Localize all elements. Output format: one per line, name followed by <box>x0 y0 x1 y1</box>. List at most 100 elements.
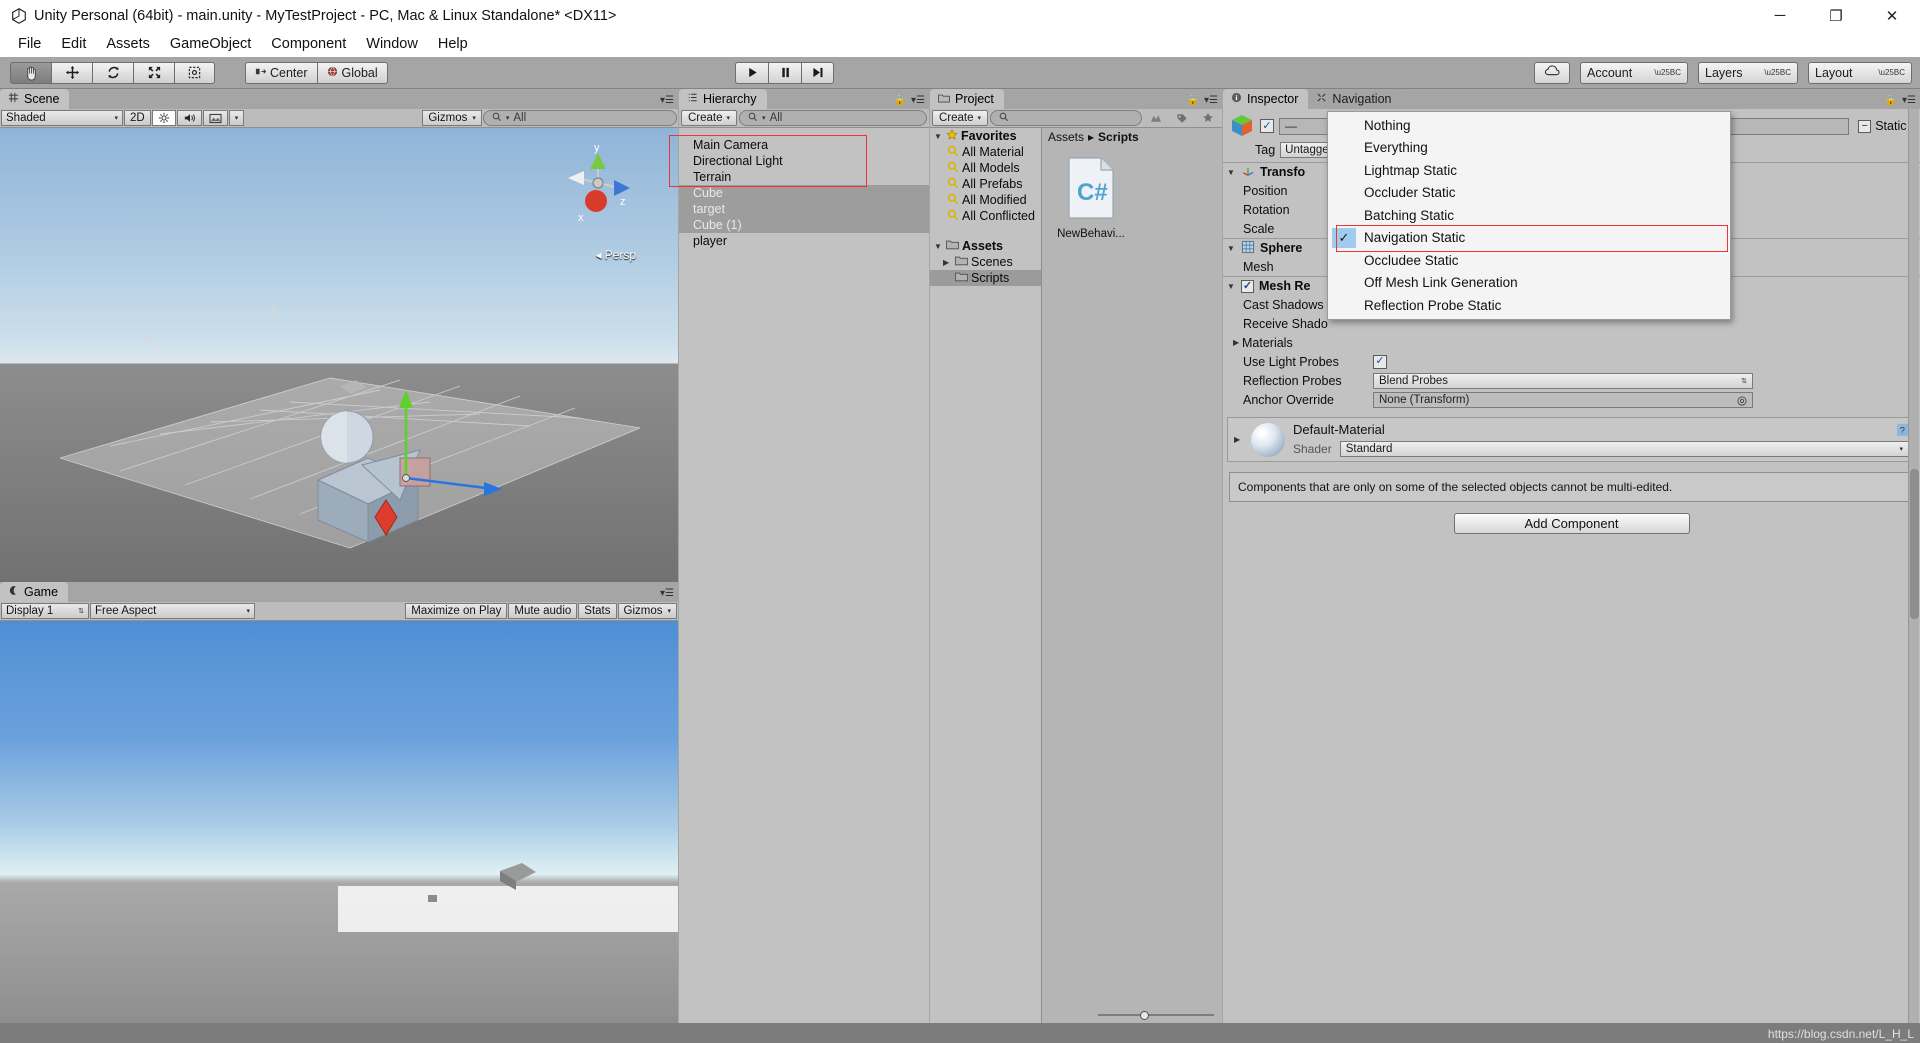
tab-scene[interactable]: Scene <box>0 89 70 109</box>
panel-menu-icon[interactable]: ▾☰ <box>1902 95 1916 106</box>
step-button[interactable] <box>801 61 834 84</box>
lock-icon[interactable]: 🔒 <box>1885 95 1897 106</box>
static-mixed-checkbox[interactable]: − <box>1858 119 1872 133</box>
use-light-probes-checkbox[interactable]: ✓ <box>1373 354 1387 369</box>
panel-menu-icon[interactable]: ▾☰ <box>911 95 925 106</box>
scale-tool-icon[interactable] <box>133 61 174 84</box>
slider-knob[interactable] <box>1140 1010 1149 1020</box>
layout-dropdown[interactable]: Layout \u25BC <box>1808 61 1912 84</box>
anchor-override-field[interactable]: None (Transform) ◎ <box>1373 391 1753 408</box>
inspector-scrollbar[interactable] <box>1908 109 1919 1025</box>
project-favorite-all-material[interactable]: All Material <box>930 144 1041 160</box>
scene-effects-dropdown[interactable]: ▾ <box>228 110 245 126</box>
shading-mode-dropdown[interactable]: Shaded ▾ <box>1 110 123 126</box>
project-create-button[interactable]: Create ▾ <box>932 110 989 126</box>
add-component-button[interactable]: Add Component <box>1453 513 1690 534</box>
static-flags-dropdown[interactable]: − Static ▾ <box>1858 119 1914 133</box>
tab-hierarchy[interactable]: Hierarchy <box>679 89 767 109</box>
hierarchy-item-main-camera[interactable]: Main Camera <box>679 137 929 153</box>
stats-button[interactable]: Stats <box>578 603 617 619</box>
static-menu-item-everything[interactable]: Everything <box>1328 137 1730 160</box>
scene-effects-icon[interactable] <box>202 110 228 126</box>
shader-dropdown[interactable]: Standard ▾ <box>1339 441 1909 457</box>
tab-inspector[interactable]: Inspector <box>1223 89 1309 109</box>
account-dropdown[interactable]: Account \u25BC <box>1580 61 1688 84</box>
static-menu-item-nothing[interactable]: Nothing <box>1328 114 1730 137</box>
project-assets-root[interactable]: ▼ Assets <box>930 238 1041 254</box>
audio-toggle-icon[interactable] <box>176 110 202 126</box>
scene-viewport[interactable]: y z x ◂ Persp <box>0 128 678 599</box>
static-menu-item-off-mesh-link-generation[interactable]: Off Mesh Link Generation <box>1328 272 1730 295</box>
asset-item[interactable]: C# NewBehavi... <box>1056 156 1126 240</box>
gameobject-active-checkbox[interactable]: ✓ <box>1260 119 1274 133</box>
panel-menu-icon[interactable]: ▾☰ <box>1204 95 1218 106</box>
scrollbar-thumb[interactable] <box>1910 469 1919 619</box>
pivot-mode-button[interactable]: Center <box>245 61 317 84</box>
project-folder-scenes[interactable]: ▶ Scenes <box>930 254 1041 270</box>
gizmos-dropdown[interactable]: Gizmos ▾ <box>422 110 482 126</box>
move-tool-icon[interactable] <box>51 61 92 84</box>
project-filter-label-icon[interactable] <box>1170 110 1194 126</box>
game-viewport[interactable] <box>0 621 678 1043</box>
menu-window[interactable]: Window <box>356 34 428 54</box>
lighting-toggle-icon[interactable] <box>151 110 176 126</box>
project-filter-favorite-icon[interactable] <box>1144 110 1168 126</box>
layers-dropdown[interactable]: Layers \u25BC <box>1698 61 1798 84</box>
project-filter-star-icon[interactable] <box>1196 110 1220 126</box>
display-dropdown[interactable]: Display 1 ⇅ <box>1 603 89 619</box>
play-button[interactable] <box>735 61 768 84</box>
menu-file[interactable]: File <box>8 34 51 54</box>
hierarchy-item-terrain[interactable]: Terrain <box>679 169 929 185</box>
panel-menu-icon[interactable]: ▾☰ <box>660 95 674 106</box>
hand-tool-icon[interactable] <box>10 61 51 84</box>
hierarchy-item-target[interactable]: target <box>679 201 929 217</box>
tab-game[interactable]: Game <box>0 582 69 602</box>
hierarchy-search-input[interactable]: ▾ All <box>739 110 927 126</box>
close-button[interactable]: ✕ <box>1864 0 1920 31</box>
scene-projection-label[interactable]: ◂ Persp <box>596 248 636 262</box>
static-menu-item-navigation-static[interactable]: ✓ Navigation Static <box>1328 224 1730 252</box>
menu-gameobject[interactable]: GameObject <box>160 34 261 54</box>
static-menu-item-lightmap-static[interactable]: Lightmap Static <box>1328 159 1730 182</box>
panel-menu-icon[interactable]: ▾☰ <box>660 588 674 599</box>
hierarchy-create-button[interactable]: Create ▾ <box>681 110 738 126</box>
cloud-services-button[interactable] <box>1534 61 1570 84</box>
menu-help[interactable]: Help <box>428 34 478 54</box>
scene-search-input[interactable]: ▾ All <box>482 110 677 126</box>
rotate-tool-icon[interactable] <box>92 61 133 84</box>
object-picker-icon[interactable]: ◎ <box>1737 393 1747 407</box>
project-search-input[interactable] <box>990 110 1142 126</box>
menu-edit[interactable]: Edit <box>51 34 96 54</box>
scene-view-axis-gizmo[interactable]: y z x <box>558 142 638 234</box>
tab-navigation[interactable]: Navigation <box>1308 89 1402 109</box>
menu-assets[interactable]: Assets <box>96 34 160 54</box>
static-menu-item-occluder-static[interactable]: Occluder Static <box>1328 182 1730 205</box>
static-menu-item-batching-static[interactable]: Batching Static <box>1328 204 1730 227</box>
hierarchy-item-directional-light[interactable]: Directional Light <box>679 153 929 169</box>
maximize-button[interactable]: ❐ <box>1808 0 1864 31</box>
menu-component[interactable]: Component <box>261 34 356 54</box>
static-menu-item-reflection-probe-static[interactable]: Reflection Probe Static <box>1328 294 1730 317</box>
rect-tool-icon[interactable] <box>174 61 215 84</box>
project-zoom-slider[interactable] <box>1098 1008 1214 1022</box>
aspect-dropdown[interactable]: Free Aspect ▾ <box>90 603 255 619</box>
hierarchy-item-cube-1[interactable]: Cube (1) <box>679 217 929 233</box>
mesh-renderer-enabled-checkbox[interactable]: ✓ <box>1241 279 1254 293</box>
toggle-2d-button[interactable]: 2D <box>124 110 151 126</box>
project-folder-scripts[interactable]: Scripts <box>930 270 1041 286</box>
hierarchy-item-player[interactable]: player <box>679 233 929 249</box>
minimize-button[interactable]: ─ <box>1752 0 1808 31</box>
breadcrumb-assets[interactable]: Assets <box>1048 130 1084 144</box>
maximize-on-play-button[interactable]: Maximize on Play <box>405 603 508 619</box>
project-favorites-root[interactable]: ▼ Favorites <box>930 128 1041 144</box>
pivot-rotation-button[interactable]: Global <box>316 61 388 84</box>
project-favorite-all-modified[interactable]: All Modified <box>930 192 1041 208</box>
mute-audio-button[interactable]: Mute audio <box>508 603 578 619</box>
project-favorite-all-conflicted[interactable]: All Conflicted <box>930 208 1041 224</box>
tab-project[interactable]: Project <box>930 89 1004 109</box>
project-favorite-all-models[interactable]: All Models <box>930 160 1041 176</box>
property-materials[interactable]: ▶ Materials <box>1223 333 1920 352</box>
reflection-probes-dropdown[interactable]: Blend Probes ⇅ <box>1373 372 1753 389</box>
pause-button[interactable] <box>768 61 801 84</box>
lock-icon[interactable]: 🔒 <box>1187 95 1199 106</box>
